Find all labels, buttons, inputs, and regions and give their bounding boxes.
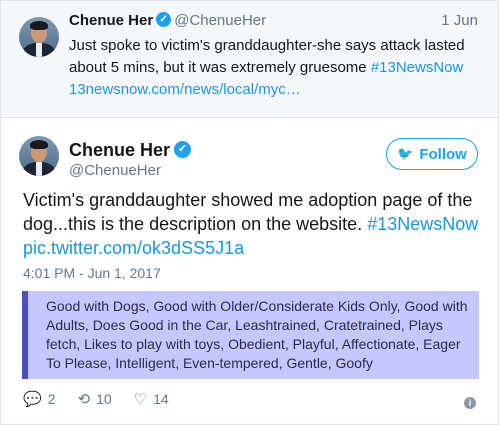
reply-button[interactable]: 💬 2 bbox=[23, 390, 55, 408]
main-author-name-line: Chenue Her ✓ bbox=[69, 140, 192, 161]
quoted-description-text: Good with Dogs, Good with Older/Consider… bbox=[46, 298, 468, 371]
follow-label: Follow bbox=[419, 145, 467, 163]
heart-icon: ♡ bbox=[133, 391, 148, 408]
twitter-bird-icon: 🐦 bbox=[397, 146, 414, 161]
reply-author-name[interactable]: Chenue Her bbox=[69, 12, 153, 29]
retweet-icon: ⟲ bbox=[77, 391, 91, 408]
main-author-handle[interactable]: @ChenueHer bbox=[69, 162, 161, 179]
main-tweet-text: Victim's granddaughter showed me adoptio… bbox=[23, 188, 483, 260]
like-count: 14 bbox=[153, 391, 169, 407]
main-author-name[interactable]: Chenue Her bbox=[69, 140, 170, 160]
tweet-timestamp[interactable]: 4:01 PM - Jun 1, 2017 bbox=[23, 265, 161, 281]
reply-avatar[interactable] bbox=[19, 17, 59, 57]
verified-check-icon: ✓ bbox=[156, 12, 172, 28]
reply-icon: 💬 bbox=[23, 391, 42, 408]
reply-tweet[interactable]: Chenue Her ✓ @ChenueHer 1 Jun Just spoke t… bbox=[0, 0, 499, 117]
verified-check-icon: ✓ bbox=[174, 141, 192, 159]
reply-count: 2 bbox=[47, 391, 56, 407]
reply-author-line: Chenue Her ✓ @ChenueHer bbox=[69, 12, 266, 29]
main-hashtag-link[interactable]: #13NewsNow bbox=[367, 214, 478, 234]
info-icon[interactable]: i bbox=[464, 397, 476, 409]
quoted-description-image[interactable]: Good with Dogs, Good with Older/Consider… bbox=[22, 291, 479, 379]
follow-button[interactable]: 🐦 Follow bbox=[386, 138, 478, 170]
main-pic-link[interactable]: pic.twitter.com/ok3dSS5J1a bbox=[23, 238, 244, 258]
like-button[interactable]: ♡ 14 bbox=[134, 390, 169, 408]
reply-tweet-text: Just spoke to victim's granddaughter-she… bbox=[69, 35, 489, 101]
reply-hashtag-link[interactable]: #13NewsNow bbox=[371, 59, 464, 76]
main-avatar[interactable] bbox=[19, 136, 59, 176]
tweet-actions: 💬 2 ⟲ 10 ♡ 14 bbox=[23, 390, 191, 408]
main-tweet: Chenue Her ✓ @ChenueHer 🐦 Follow Victim's… bbox=[0, 117, 499, 425]
reply-author-handle[interactable]: @ChenueHer bbox=[174, 12, 266, 29]
retweet-button[interactable]: ⟲ 10 bbox=[77, 390, 111, 408]
retweet-count: 10 bbox=[96, 391, 112, 407]
reply-url-link[interactable]: 13newsnow.com/news/local/myc… bbox=[69, 81, 301, 98]
reply-date[interactable]: 1 Jun bbox=[441, 12, 478, 29]
